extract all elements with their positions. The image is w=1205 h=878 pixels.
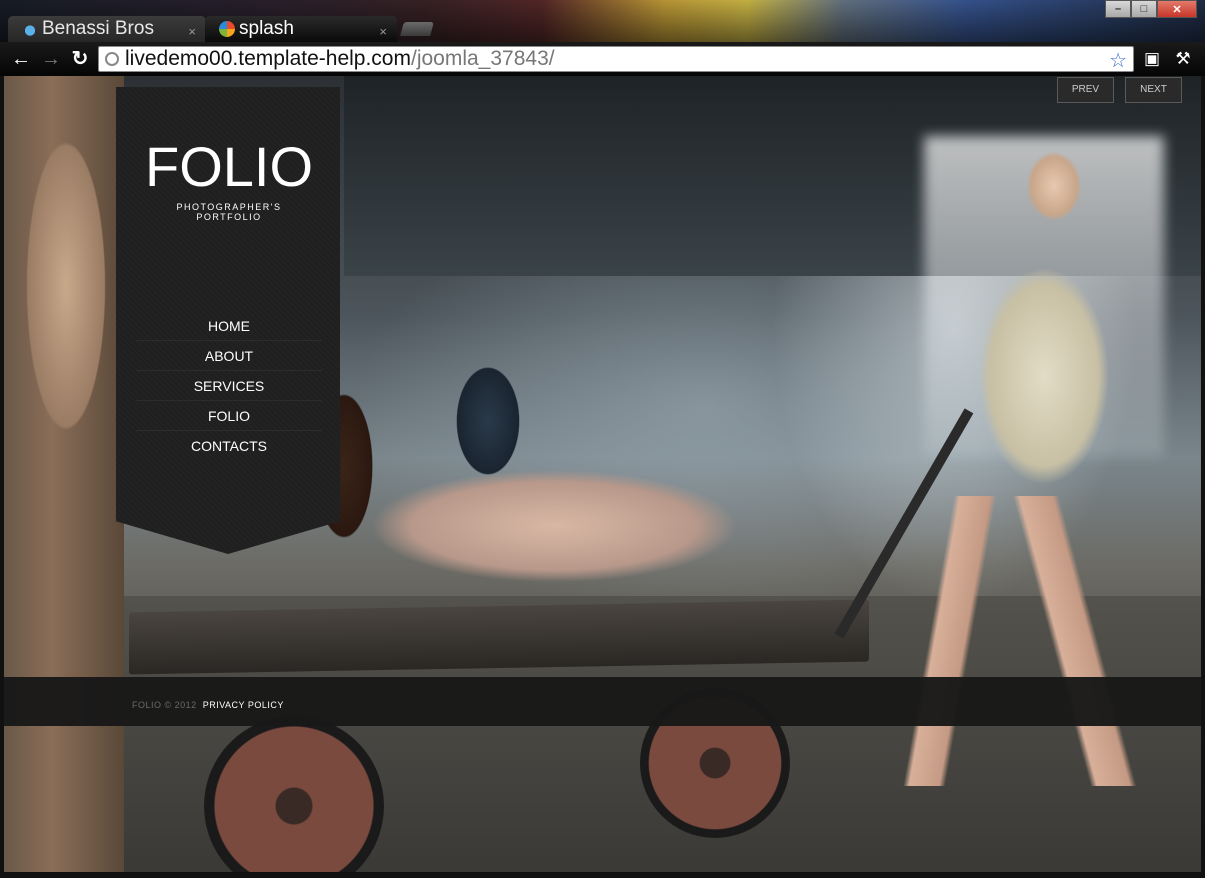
site-tagline: PHOTOGRAPHER'S PORTFOLIO xyxy=(176,202,282,222)
new-tab-button[interactable] xyxy=(400,22,434,36)
site-sidebar: FOLIO PHOTOGRAPHER'S PORTFOLIO HOME ABOU… xyxy=(116,87,340,554)
site-logo[interactable]: FOLIO xyxy=(144,139,314,195)
wrench-icon[interactable]: ⚒ xyxy=(1172,49,1194,69)
bookmark-star-icon[interactable]: ☆ xyxy=(1109,48,1127,73)
reload-icon[interactable]: ↻ xyxy=(69,49,91,69)
browser-toolbar: ← → ↻ livedemo00.template-help.com/jooml… xyxy=(0,42,1205,76)
menu-item-about[interactable]: ABOUT xyxy=(136,341,322,371)
tab-benassi-bros[interactable]: Benassi Bros × xyxy=(8,16,206,42)
cloud-icon xyxy=(22,21,38,37)
tab-title: Benassi Bros xyxy=(42,18,154,39)
url-host: livedemo00.template-help.com xyxy=(125,47,411,70)
maximize-button[interactable]: □ xyxy=(1131,0,1157,18)
prev-button[interactable]: PREV xyxy=(1057,77,1114,103)
page-viewport: FOLIO PHOTOGRAPHER'S PORTFOLIO HOME ABOU… xyxy=(4,76,1201,872)
copyright-text: FOLIO © 2012 xyxy=(132,700,197,710)
joomla-icon xyxy=(219,21,235,37)
menu-item-folio[interactable]: FOLIO xyxy=(136,401,322,431)
address-bar[interactable]: livedemo00.template-help.com/joomla_3784… xyxy=(98,46,1134,72)
window-controls: – □ ✕ xyxy=(1105,0,1197,18)
close-tab-icon[interactable]: × xyxy=(379,24,387,39)
close-window-button[interactable]: ✕ xyxy=(1157,0,1197,18)
url-path: /joomla_37843/ xyxy=(410,47,555,70)
globe-icon xyxy=(105,52,119,66)
forward-arrow-icon[interactable]: → xyxy=(40,49,62,69)
next-button[interactable]: NEXT xyxy=(1125,77,1182,103)
browser-window: Benassi Bros × splash × – □ ✕ ← → ↻ live… xyxy=(0,0,1205,878)
site-footer: FOLIO © 2012 PRIVACY POLICY xyxy=(4,677,1201,726)
menu-item-contacts[interactable]: CONTACTS xyxy=(136,431,322,461)
main-menu: HOME ABOUT SERVICES FOLIO CONTACTS xyxy=(136,311,322,461)
privacy-policy-link[interactable]: PRIVACY POLICY xyxy=(203,700,284,710)
tab-title: splash xyxy=(239,18,294,39)
menu-item-services[interactable]: SERVICES xyxy=(136,371,322,401)
minimize-button[interactable]: – xyxy=(1105,0,1131,18)
camera-icon[interactable]: ▣ xyxy=(1141,49,1163,69)
tab-splash[interactable]: splash × xyxy=(205,16,397,42)
close-tab-icon[interactable]: × xyxy=(188,24,196,39)
menu-item-home[interactable]: HOME xyxy=(136,311,322,341)
back-arrow-icon[interactable]: ← xyxy=(10,49,32,69)
